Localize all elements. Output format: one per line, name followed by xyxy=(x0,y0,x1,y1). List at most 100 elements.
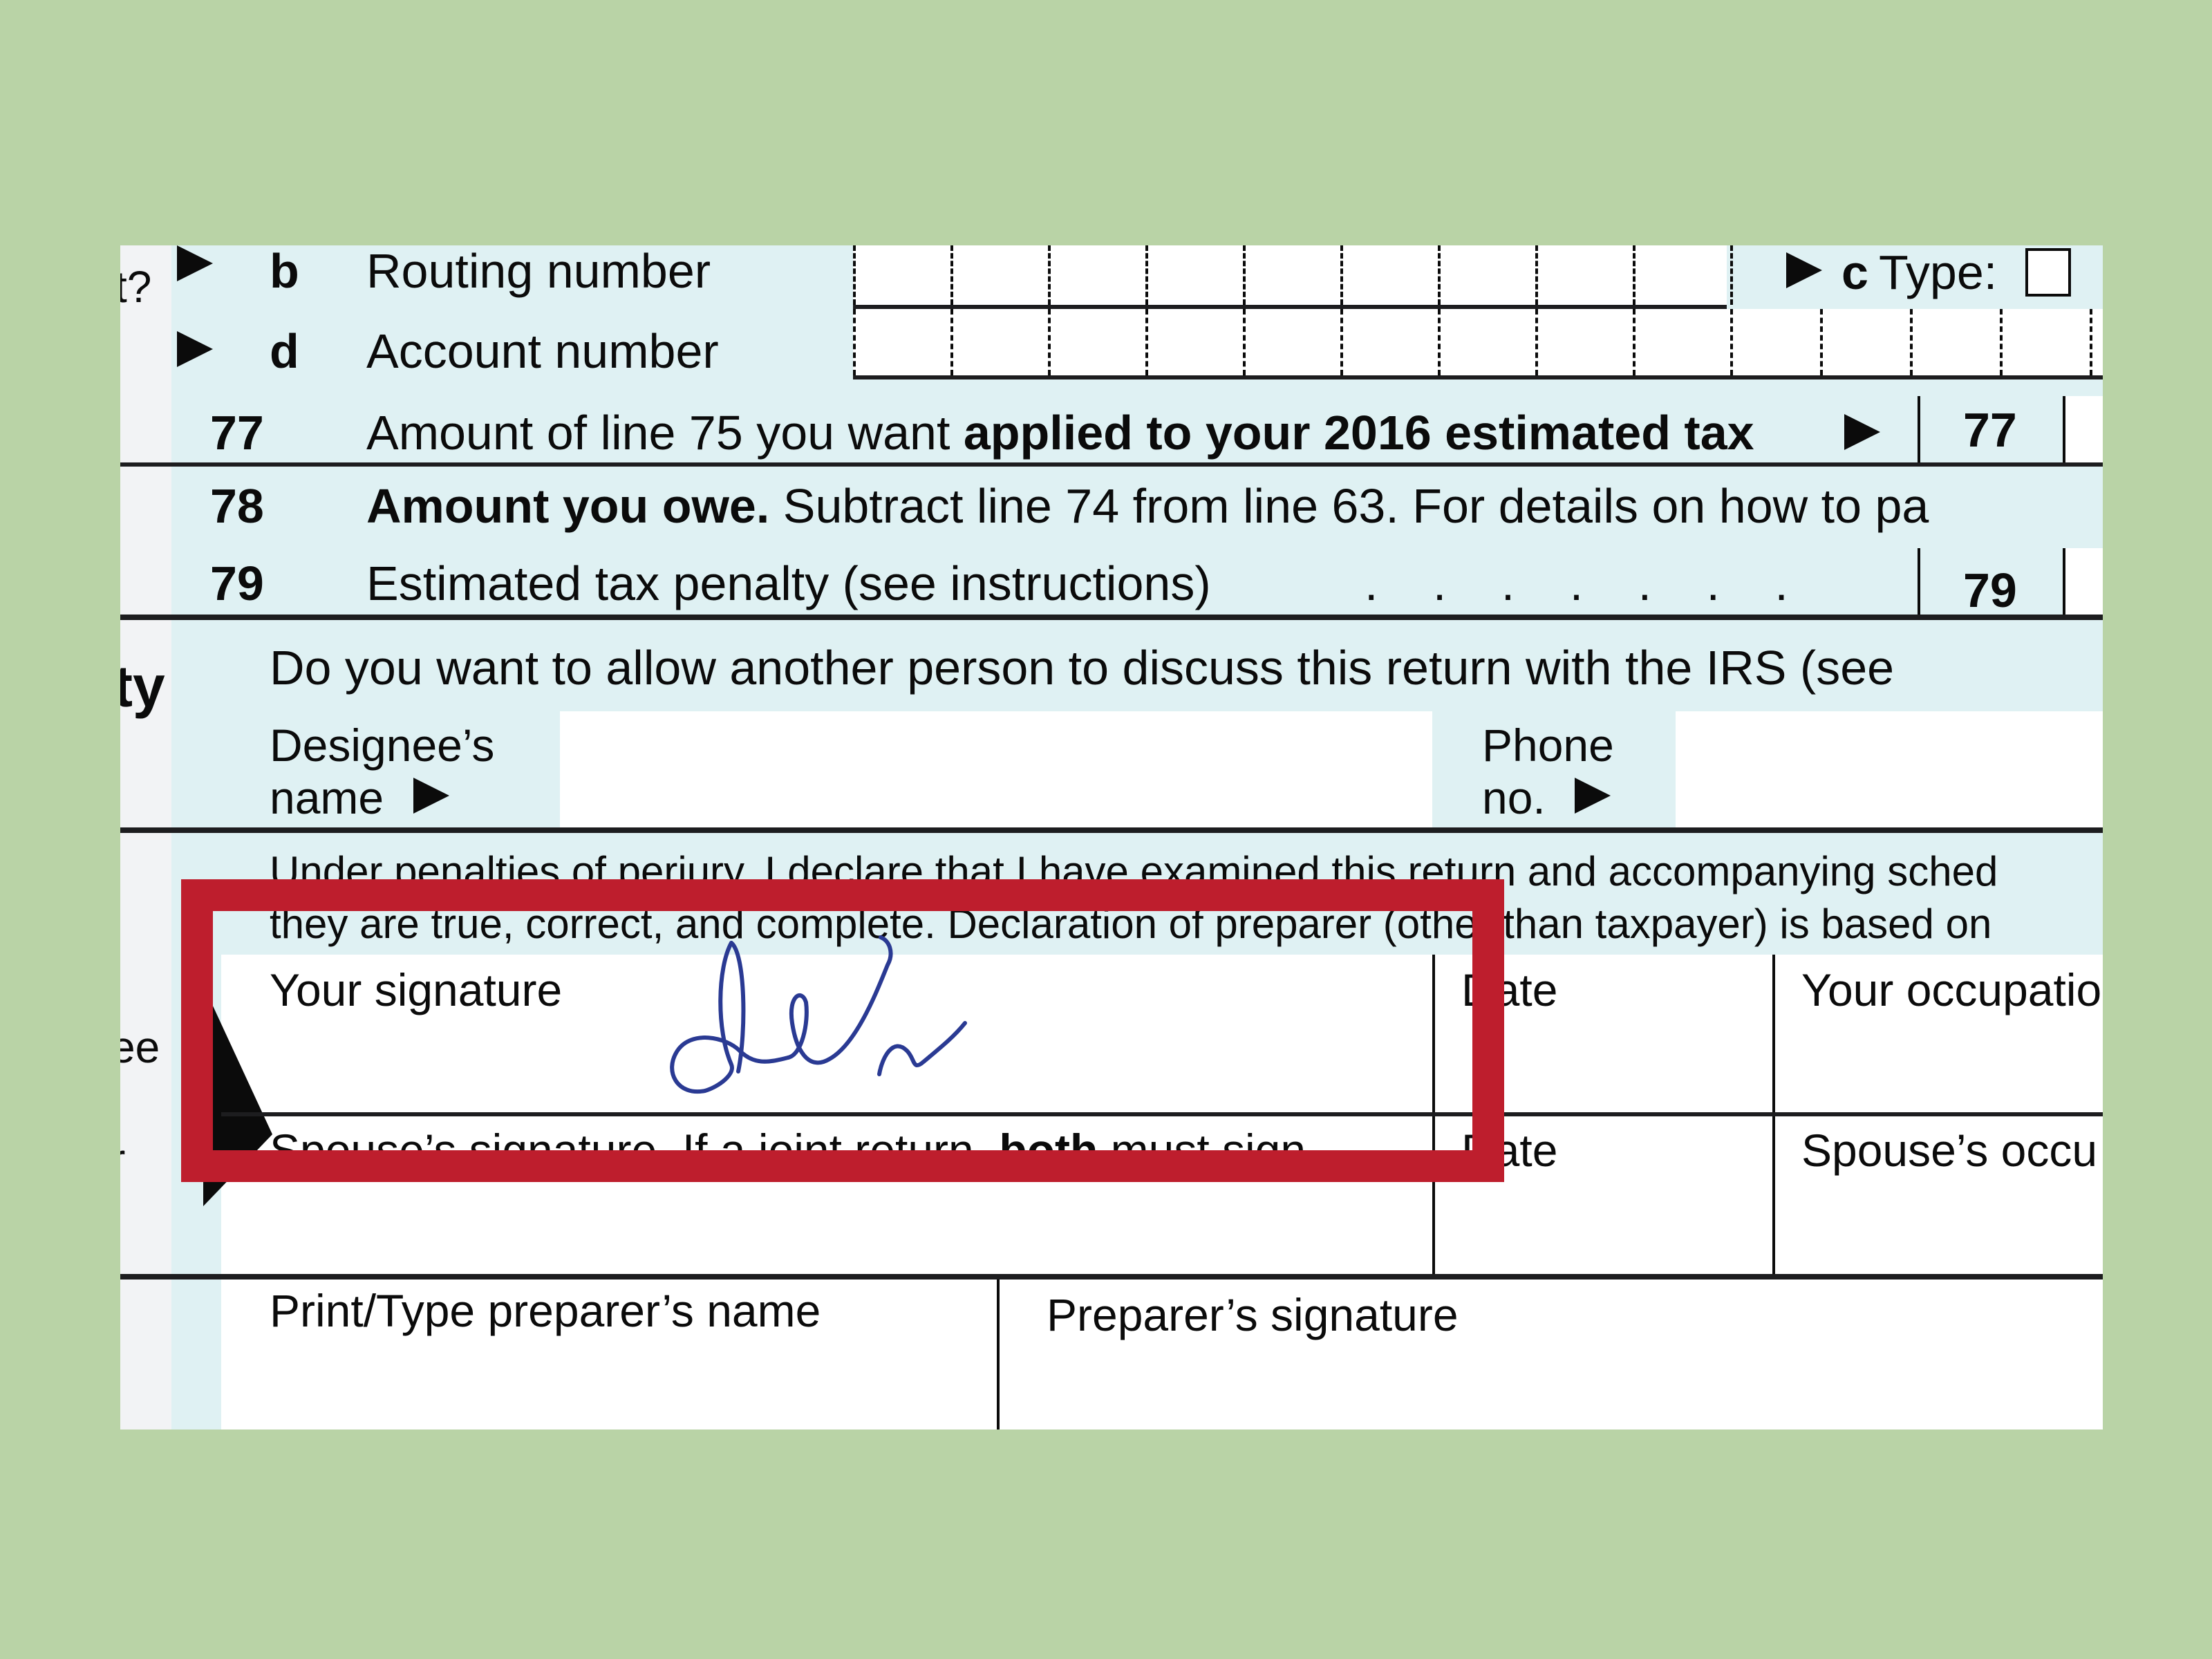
designee-phone-input[interactable] xyxy=(1676,711,2103,827)
cell-divider xyxy=(853,309,856,375)
preparer-signature-label: Preparer’s signature xyxy=(1047,1289,1459,1340)
account-number-input[interactable] xyxy=(853,309,2103,375)
cell-divider xyxy=(1340,309,1343,375)
your-occupation-label: Your occupatio xyxy=(1801,964,2102,1015)
signature-stroke xyxy=(729,941,746,1074)
cell-divider xyxy=(1820,309,1823,375)
cell-divider xyxy=(1438,245,1441,305)
arrow-right-icon xyxy=(1786,252,1822,288)
arrow-right-icon xyxy=(177,245,213,281)
cell-divider xyxy=(1145,309,1148,375)
line-number-78: 78 xyxy=(210,479,264,533)
date-label: Date xyxy=(1461,964,1558,1015)
type-letter: c xyxy=(1841,245,1868,299)
preparer-name-input[interactable] xyxy=(270,1351,982,1421)
line-77-text: Amount of line 75 you want applied to yo… xyxy=(366,409,1754,457)
designee-name-label-line2: name xyxy=(270,772,384,823)
preparer-column-divider xyxy=(997,1280,1000,1430)
cell-divider xyxy=(1340,245,1343,305)
line-77-text-plain: Amount of line 75 you want xyxy=(366,406,964,460)
signature-row-divider xyxy=(221,1112,2103,1116)
spouse-signature-label-plain: Spouse’s signature. If a joint return, xyxy=(270,1125,1000,1176)
cell-divider xyxy=(1910,309,1913,375)
arrow-right-icon xyxy=(413,778,449,814)
date-column-divider xyxy=(1432,955,1435,1280)
arrow-right-icon xyxy=(1575,778,1611,814)
arrow-right-icon xyxy=(1844,414,1880,450)
cell-divider xyxy=(1730,245,1733,305)
cell-divider xyxy=(2000,309,2003,375)
spouse-signature-label-bold: both xyxy=(999,1125,1098,1176)
line-79-box-label: 79 xyxy=(1963,563,2017,617)
section-divider xyxy=(120,827,2103,833)
arrow-right-icon xyxy=(177,331,213,367)
cell-divider xyxy=(1243,245,1246,305)
line-79-amount-input[interactable] xyxy=(2065,548,2103,615)
cell-divider xyxy=(1438,309,1441,375)
line-77-amount-input[interactable] xyxy=(2065,396,2103,462)
cell-divider xyxy=(1633,245,1635,305)
cell-divider xyxy=(1048,245,1051,305)
sign-here-arrow-icon xyxy=(203,985,279,1210)
cell-divider xyxy=(1145,245,1148,305)
line-79-box-divider xyxy=(1918,548,1920,615)
account-type-checkbox[interactable] xyxy=(2025,248,2071,297)
cell-divider xyxy=(1633,309,1635,375)
cell-divider xyxy=(950,245,953,305)
routing-number-input[interactable] xyxy=(853,245,1727,305)
perjury-declaration-line1: Under penalties of perjury, I declare th… xyxy=(270,848,1998,894)
spouse-date-label: Date xyxy=(1461,1125,1558,1176)
signature-stroke xyxy=(877,1021,967,1076)
routing-letter: b xyxy=(270,245,299,298)
preparer-name-label: Print/Type preparer’s name xyxy=(270,1285,821,1336)
spouse-occupation-label: Spouse’s occu xyxy=(1801,1125,2098,1176)
section-divider xyxy=(120,462,2103,467)
routing-number-label: Routing number xyxy=(366,245,711,298)
routing-row-divider xyxy=(853,305,1727,309)
gutter-sign-label-fragment-2: r xyxy=(120,1137,125,1181)
line-number-79: 79 xyxy=(210,556,264,610)
designee-name-label-line1: Designee’s xyxy=(270,720,495,771)
cell-divider xyxy=(1730,309,1733,375)
designee-name-input[interactable] xyxy=(560,711,1432,827)
left-margin-gutter xyxy=(120,245,171,1430)
line-77-text-bold: applied to your 2016 estimated tax xyxy=(963,406,1754,460)
handwritten-signature xyxy=(670,935,967,1094)
line-77-box-divider xyxy=(1918,396,1920,462)
spouse-signature-label-end: must sign. xyxy=(1098,1125,1319,1176)
tax-form-1040-excerpt: t? ty ee r b Routing number d Account nu… xyxy=(120,245,2103,1430)
cell-divider xyxy=(1535,245,1538,305)
line-78-text-plain: Subtract line 74 from line 63. For detai… xyxy=(769,479,1929,533)
line-78-text-bold: Amount you owe. xyxy=(366,479,770,533)
line-78-text: Amount you owe. Subtract line 74 from li… xyxy=(366,482,1929,530)
cell-divider xyxy=(950,309,953,375)
signature-stroke xyxy=(670,935,893,1094)
line-number-77: 77 xyxy=(210,406,264,460)
perjury-declaration-line2: they are true, correct, and complete. De… xyxy=(270,901,1992,947)
line-79-text: Estimated tax penalty (see instructions) xyxy=(366,556,1211,610)
cell-divider xyxy=(853,245,856,305)
section-divider xyxy=(120,615,2103,620)
account-number-label: Account number xyxy=(366,324,719,378)
third-party-question: Do you want to allow another person to d… xyxy=(270,641,1895,695)
account-letter: d xyxy=(270,324,299,378)
line-79-leader-dots: . . . . . . . xyxy=(1365,556,1788,610)
cell-divider xyxy=(1048,309,1051,375)
type-label: Type: xyxy=(1879,245,1998,299)
line-77-box-label: 77 xyxy=(1963,403,2017,457)
spouse-signature-label: Spouse’s signature. If a joint return, b… xyxy=(270,1127,1318,1173)
your-signature-label: Your signature xyxy=(270,964,563,1015)
gutter-sign-label-fragment-1: ee xyxy=(120,1022,160,1072)
cell-divider xyxy=(1535,309,1538,375)
section-divider xyxy=(120,1274,2103,1280)
preparer-signature-field[interactable] xyxy=(1019,1351,2083,1421)
spouse-signature-field[interactable] xyxy=(270,1192,1417,1268)
cell-divider xyxy=(1243,309,1246,375)
cell-divider xyxy=(2090,309,2092,375)
gutter-section-label-fragment: ty xyxy=(120,654,165,719)
phone-label-line1: Phone xyxy=(1482,720,1614,771)
gutter-label-fragment: t? xyxy=(120,262,152,312)
account-row-bottom-line xyxy=(853,375,2103,379)
occupation-column-divider xyxy=(1772,955,1775,1280)
phone-label-line2: no. xyxy=(1482,772,1546,823)
